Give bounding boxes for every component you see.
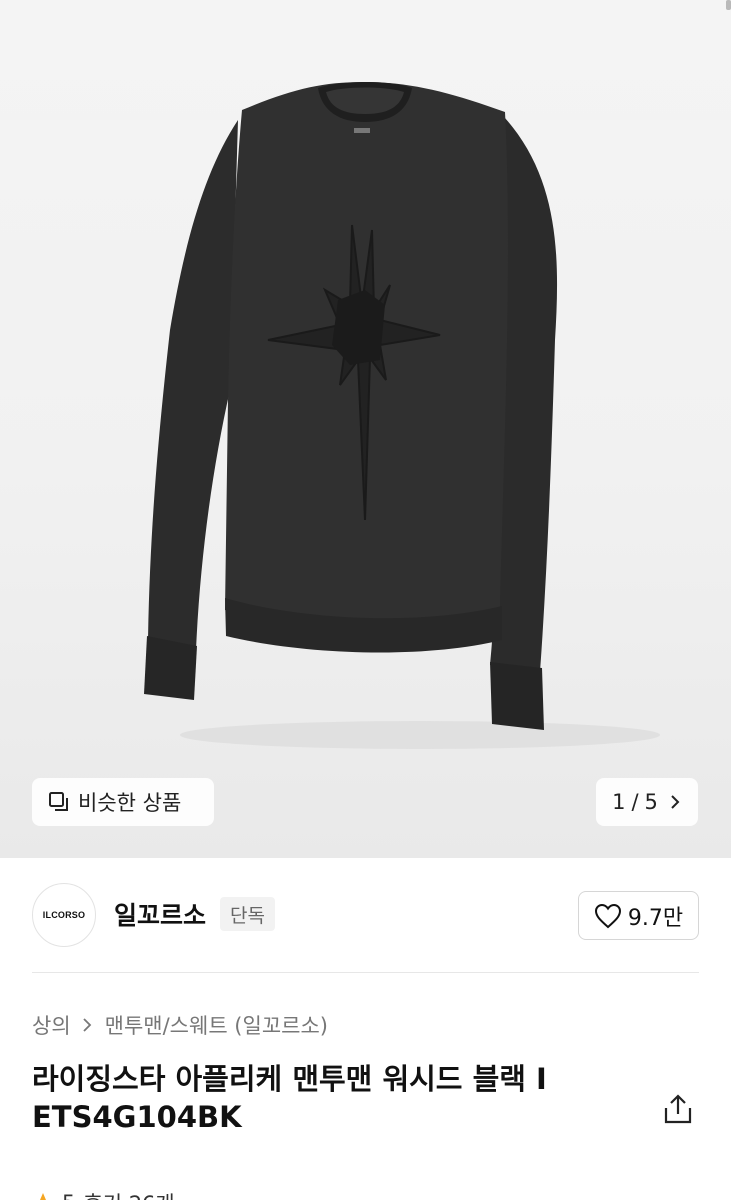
heart-outline-icon xyxy=(594,903,621,928)
image-counter-button[interactable]: 1 / 5 xyxy=(596,778,698,826)
image-counter-total: 5 xyxy=(644,790,658,814)
review-count: 후기 26개 xyxy=(83,1188,174,1200)
product-image-gallery[interactable]: 비슷한 상품 1 / 5 xyxy=(0,0,731,858)
share-icon[interactable] xyxy=(661,1092,695,1126)
chevron-right-icon xyxy=(671,795,680,809)
brand-name-link[interactable]: 일꼬르소 xyxy=(114,896,206,932)
stacked-squares-icon xyxy=(49,792,68,811)
brand-logo-text: ILCORSO xyxy=(42,910,86,920)
exclusive-badge: 단독 xyxy=(220,897,275,931)
breadcrumb-item-subcategory[interactable]: 맨투맨/스웨트 (일꼬르소) xyxy=(105,1010,328,1040)
image-counter-separator: / xyxy=(631,790,639,814)
product-title: 라이징스타 아플리케 맨투맨 워시드 블랙 I ETS4G104BK xyxy=(32,1062,547,1134)
like-button[interactable]: 9.7만 xyxy=(578,891,699,940)
star-icon xyxy=(40,1193,46,1200)
rating-row[interactable]: 5 후기 26개 xyxy=(32,1188,175,1200)
similar-products-label: 비슷한 상품 xyxy=(78,791,182,815)
section-divider xyxy=(32,972,699,973)
similar-products-button[interactable]: 비슷한 상품 xyxy=(32,778,214,826)
product-photo xyxy=(144,82,660,749)
scroll-indicator xyxy=(726,0,731,10)
brand-logo[interactable]: ILCORSO xyxy=(32,883,96,947)
chevron-right-icon xyxy=(83,1018,91,1032)
image-counter-current: 1 xyxy=(612,790,626,814)
breadcrumb: 상의 맨투맨/스웨트 (일꼬르소) xyxy=(32,1010,328,1040)
breadcrumb-item-category[interactable]: 상의 xyxy=(32,1010,71,1040)
brand-row: ILCORSO 일꼬르소 단독 9.7만 xyxy=(32,883,699,947)
like-count: 9.7만 xyxy=(627,905,684,931)
rating-score: 5 xyxy=(62,1191,75,1200)
